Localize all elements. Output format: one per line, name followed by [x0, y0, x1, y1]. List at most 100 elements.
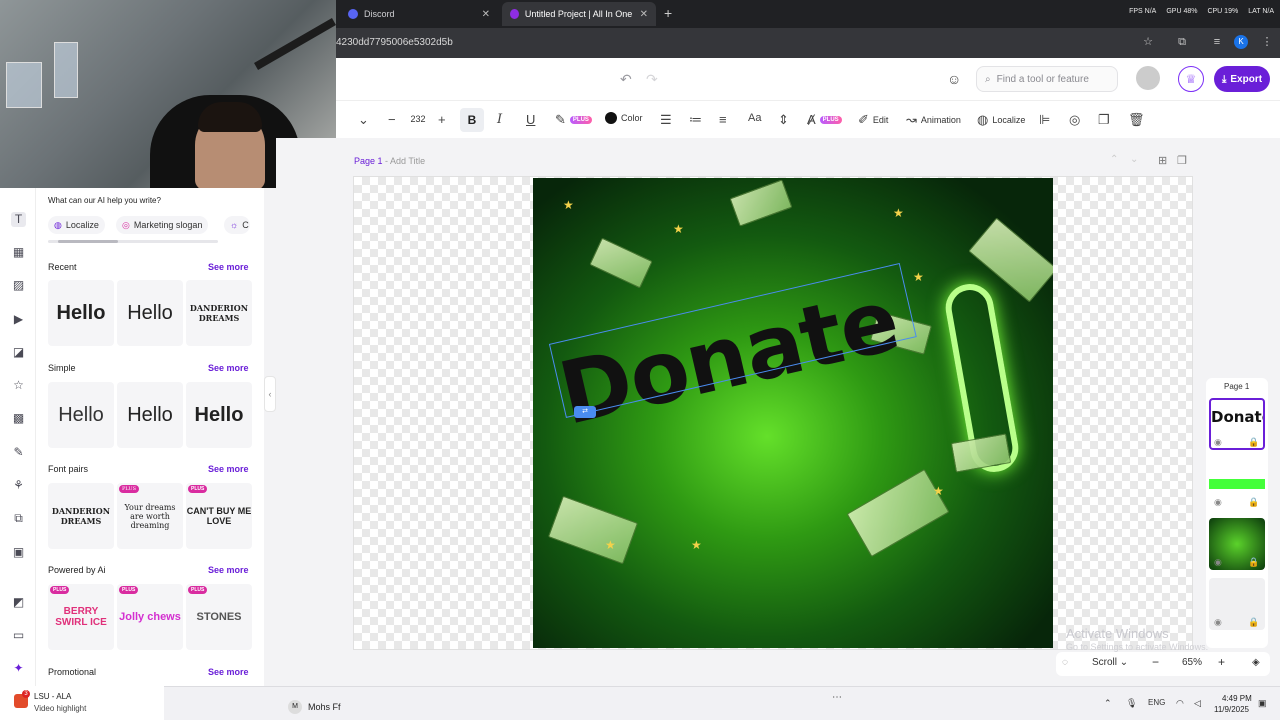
more-options-icon[interactable]: ⋯ [832, 692, 842, 703]
align-objects-icon[interactable]: ⊫ [1039, 112, 1050, 128]
new-tab-button[interactable]: + [664, 5, 672, 21]
lock-icon[interactable]: 🔒 [1248, 437, 1259, 448]
eye-icon[interactable]: ◉ [1214, 437, 1222, 448]
chip-more[interactable]: ☼ C [224, 216, 250, 234]
text-template-tile[interactable]: Hello [117, 280, 183, 346]
highlight-button[interactable]: ✎ PLUS [555, 112, 592, 128]
extensions-icon[interactable]: ⧉ [1175, 35, 1189, 49]
tab-discord[interactable]: Discord ✕ [340, 2, 498, 26]
collapse-panel-button[interactable]: ‹ [264, 376, 276, 412]
line-spacing-icon[interactable]: ⇕ [778, 112, 789, 128]
pattern-icon[interactable]: ▩ [11, 411, 26, 426]
eye-icon[interactable]: ◉ [1214, 617, 1222, 628]
font-size-input[interactable]: 232 [404, 110, 432, 128]
chevron-up-icon[interactable]: ⌃ [1110, 154, 1118, 165]
text-template-tile[interactable]: PLUS Jolly chews [117, 584, 183, 650]
browser-menu-icon[interactable]: ⋮ [1260, 35, 1274, 49]
transparency-icon[interactable]: ◎ [1069, 112, 1080, 128]
see-more-link[interactable]: See more [208, 464, 249, 474]
numbered-list-icon[interactable]: ≔ [689, 112, 702, 128]
localize-button[interactable]: ◍ Localize [977, 112, 1025, 128]
scroll-mode-select[interactable]: Scroll ⌄ [1092, 657, 1128, 668]
bold-button[interactable]: B [460, 108, 484, 132]
ai-magic-icon[interactable]: ✦ [11, 661, 26, 676]
video-icon[interactable]: ▶ [11, 312, 26, 327]
lock-icon[interactable]: 🔒 [1248, 497, 1259, 508]
apps-icon[interactable]: ▣ [11, 545, 26, 560]
zoom-in-button[interactable]: + [1218, 655, 1225, 669]
zoom-level[interactable]: 65% [1182, 657, 1202, 668]
eye-icon[interactable]: ◉ [1214, 557, 1222, 568]
chevron-down-icon[interactable]: ⌄ [1130, 154, 1138, 165]
animation-button[interactable]: ↝ Animation [906, 112, 961, 128]
folder-icon[interactable]: ▭ [11, 628, 26, 643]
lock-icon[interactable]: 🔒 [1248, 617, 1259, 628]
layers-icon[interactable]: ◈ [1252, 657, 1260, 668]
chevron-up-icon[interactable]: ⌃ [1104, 698, 1112, 709]
see-more-link[interactable]: See more [208, 363, 249, 373]
text-template-tile[interactable]: Hello [48, 382, 114, 448]
url-field[interactable]: 4230dd7795006e5302d5b [336, 37, 453, 48]
text-template-tile[interactable]: Hello [48, 280, 114, 346]
underline-button[interactable]: U [526, 112, 535, 127]
eye-icon[interactable]: ◉ [1214, 497, 1222, 508]
profile-avatar[interactable]: K [1234, 35, 1248, 49]
sticker-icon[interactable]: ◪ [11, 345, 26, 360]
text-template-tile[interactable]: Hello [186, 382, 252, 448]
text-template-tile[interactable]: PLUS CAN'T BUY ME LOVE [186, 483, 252, 549]
chip-scroll-thumb[interactable] [58, 240, 118, 243]
frames-icon[interactable]: ⧉ [11, 511, 26, 526]
text-link-tag[interactable]: ⇄ [574, 406, 596, 418]
chip-localize[interactable]: ◍ Localize [48, 216, 105, 234]
zoom-out-button[interactable]: − [1152, 655, 1159, 669]
italic-button[interactable]: I [497, 112, 502, 127]
clock-time[interactable]: 4:49 PM [1222, 694, 1252, 703]
brush-icon[interactable]: ✎ [11, 445, 26, 460]
shapes-icon[interactable]: ⚘ [11, 478, 26, 493]
delete-icon[interactable]: 🗑 [1128, 112, 1145, 128]
language-indicator[interactable]: ENG [1148, 698, 1165, 707]
add-collaborator-icon[interactable]: ☺ [947, 71, 961, 87]
export-button[interactable]: ⤓ Export [1214, 66, 1270, 92]
bullet-list-icon[interactable]: ☰ [660, 112, 672, 128]
redo-icon[interactable]: ↷ [646, 71, 658, 88]
decrease-font-button[interactable]: − [388, 112, 396, 127]
text-template-tile[interactable]: Hello [117, 382, 183, 448]
templates-icon[interactable]: ◩ [11, 595, 26, 610]
text-template-tile[interactable]: PLUS STONES [186, 584, 252, 650]
add-title-input[interactable]: - Add Title [385, 156, 425, 166]
text-template-tile[interactable]: PLUS Your dreams are worth dreaming [117, 483, 183, 549]
close-icon[interactable]: ✕ [482, 9, 490, 20]
text-template-tile[interactable]: DANDERION DREAMS [48, 483, 114, 549]
text-effects-button[interactable]: Ⱥ PLUS [807, 112, 842, 127]
microphone-icon[interactable]: 🎙 [1126, 698, 1137, 709]
color-button[interactable]: Color [605, 112, 643, 124]
lock-icon[interactable]: 🔒 [1248, 557, 1259, 568]
edit-button[interactable]: ✐ Edit [858, 112, 888, 128]
wifi-icon[interactable]: ◠ [1176, 698, 1184, 709]
chip-marketing-slogan[interactable]: ◎ Marketing slogan [116, 216, 209, 234]
star-icon[interactable]: ☆ [11, 378, 26, 393]
star-icon[interactable]: ☆ [1141, 35, 1155, 49]
volume-icon[interactable]: ◁ [1194, 698, 1201, 709]
text-tool-icon[interactable]: T [11, 212, 26, 227]
tab-project[interactable]: Untitled Project | All In One We ✕ [502, 2, 656, 26]
text-template-tile[interactable]: PLUS BERRY SWIRL ICE [48, 584, 114, 650]
see-more-link[interactable]: See more [208, 667, 249, 677]
increase-font-button[interactable]: + [438, 112, 446, 127]
user-avatar[interactable] [1136, 66, 1160, 90]
text-template-tile[interactable]: DANDERION DREAMS [186, 280, 252, 346]
align-center-icon[interactable]: ≡ [719, 112, 727, 127]
see-more-link[interactable]: See more [208, 565, 249, 575]
see-more-link[interactable]: See more [208, 262, 249, 272]
text-case-icon[interactable]: Aa [748, 112, 761, 124]
close-icon[interactable]: ✕ [640, 9, 648, 20]
undo-icon[interactable]: ↶ [620, 71, 632, 88]
notification-icon[interactable]: ▣ [1258, 698, 1267, 709]
image-icon[interactable]: ▨ [11, 278, 26, 293]
media-icon[interactable]: ≡ [1210, 35, 1224, 49]
add-page-icon[interactable]: ⊞ [1158, 154, 1167, 167]
hide-icon[interactable]: ◌ [1062, 657, 1068, 668]
clock-date[interactable]: 11/9/2025 [1214, 705, 1249, 714]
layout-icon[interactable]: ▦ [11, 245, 26, 260]
